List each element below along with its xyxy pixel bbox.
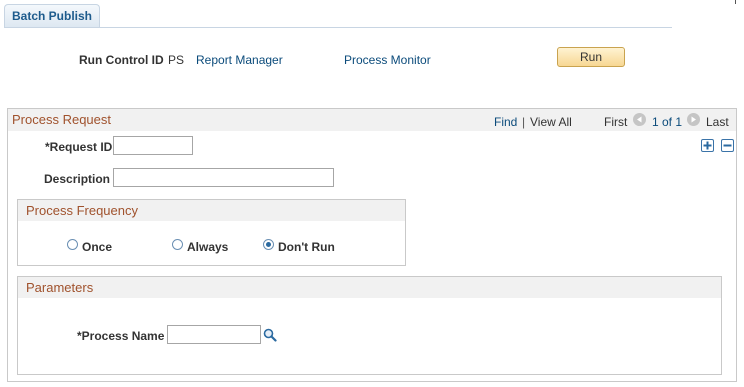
- report-manager-link[interactable]: Report Manager: [196, 53, 283, 67]
- request-id-label: *Request ID: [45, 140, 113, 154]
- delete-row-icon[interactable]: [721, 139, 734, 152]
- run-control-id-label: Run Control ID: [79, 53, 164, 67]
- description-label: Description: [44, 172, 111, 186]
- radio-once-label: Once: [82, 240, 113, 254]
- radio-always-label: Always: [187, 240, 229, 254]
- process-monitor-link[interactable]: Process Monitor: [344, 53, 431, 67]
- tab-divider: [4, 27, 672, 28]
- first-label: First: [604, 115, 628, 129]
- description-input[interactable]: [113, 168, 334, 187]
- view-all-link[interactable]: View All: [530, 115, 572, 129]
- radio-once[interactable]: [67, 239, 78, 250]
- parameters-title: Parameters: [26, 280, 94, 295]
- parameters-header: Parameters: [18, 277, 721, 298]
- run-button[interactable]: Run: [557, 47, 625, 67]
- find-link[interactable]: Find: [494, 115, 517, 129]
- separator: |: [522, 115, 526, 129]
- process-name-input[interactable]: [167, 325, 261, 344]
- radio-always[interactable]: [172, 239, 183, 250]
- radio-dont-run[interactable]: [263, 239, 274, 250]
- request-id-input[interactable]: [113, 136, 193, 155]
- process-request-title: Process Request: [12, 112, 111, 127]
- lookup-search-icon[interactable]: [263, 328, 277, 342]
- process-frequency-title: Process Frequency: [26, 203, 138, 218]
- corner-mark: [735, 0, 736, 4]
- radio-dont-run-label: Don't Run: [278, 240, 335, 254]
- previous-arrow-icon[interactable]: [633, 113, 646, 126]
- process-frequency-header: Process Frequency: [18, 200, 405, 221]
- next-arrow-icon[interactable]: [687, 113, 700, 126]
- add-row-icon[interactable]: [701, 139, 714, 152]
- tab-batch-publish[interactable]: Batch Publish: [4, 4, 100, 28]
- pager-text: 1 of 1: [652, 115, 683, 129]
- run-control-id-value: PS: [168, 53, 185, 67]
- last-label: Last: [706, 115, 729, 129]
- process-name-label: *Process Name: [77, 329, 165, 343]
